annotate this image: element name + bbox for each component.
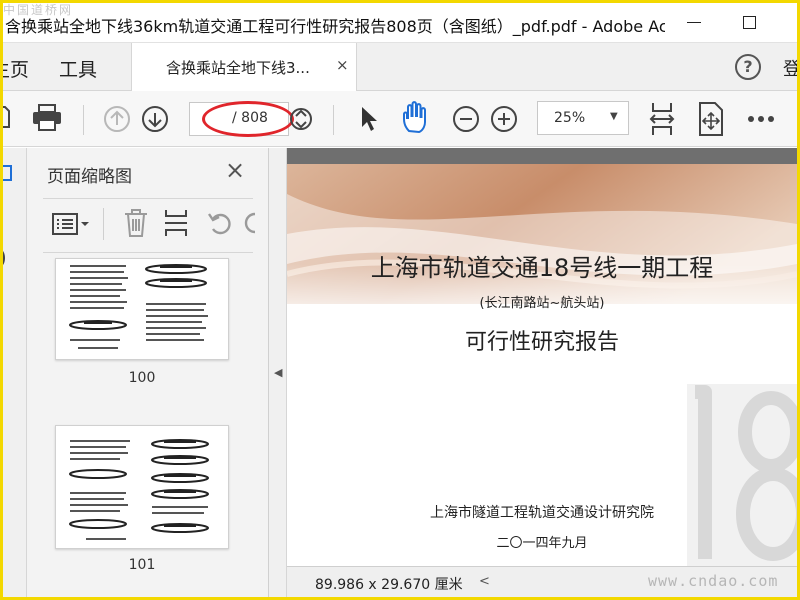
nav-tools[interactable]: 工具 <box>59 55 97 82</box>
print-icon[interactable] <box>31 103 63 133</box>
more-icon[interactable] <box>747 115 775 123</box>
save-icon[interactable] <box>3 105 11 131</box>
toolbar-separator <box>83 105 84 135</box>
page-thumbnail-101[interactable] <box>55 425 229 549</box>
document-tab-label: 含换乘站全地下线3... <box>166 59 310 77</box>
prev-page-icon[interactable] <box>103 105 131 133</box>
sign-in-button[interactable]: 登 <box>783 55 797 81</box>
select-arrow-icon[interactable] <box>359 105 379 133</box>
thumbnails-panel: 页面缩略图 × 100 101 <box>27 148 285 597</box>
collapse-arrow-icon: ◀ <box>274 366 283 379</box>
thumbnail-content <box>69 439 209 540</box>
panel-toolbar <box>43 206 267 242</box>
page-display-icon[interactable] <box>697 101 725 137</box>
rotate-right-icon[interactable] <box>243 210 257 236</box>
document-date: 二〇一四年九月 <box>496 536 588 551</box>
panel-separator <box>103 208 104 240</box>
thumbnail-content <box>69 264 208 349</box>
hand-tool-icon[interactable] <box>401 101 431 135</box>
thumbnail-page-number: 100 <box>128 370 156 386</box>
tab-close-icon[interactable]: × <box>336 56 349 74</box>
help-icon[interactable]: ? <box>735 54 761 80</box>
rotate-left-icon[interactable] <box>207 210 233 236</box>
zoom-dropdown[interactable]: 25% ▼ <box>537 101 629 135</box>
window-title: 含换乘站全地下线36km轨道交通工程可行性研究报告808页（含图纸）_pdf.p… <box>5 17 665 36</box>
tab-row: 主页 工具 含换乘站全地下线3... × ? 登 <box>3 43 797 91</box>
minimize-button[interactable] <box>681 11 707 35</box>
watermark-bottom: www.cndao.com <box>648 572 779 590</box>
panel-title: 页面缩略图 <box>47 167 132 187</box>
thumbnail-options-icon[interactable] <box>51 212 91 236</box>
insert-page-icon[interactable] <box>163 208 189 238</box>
maximize-button[interactable] <box>736 11 762 35</box>
panel-divider <box>43 252 253 253</box>
left-tool-strip <box>3 148 27 597</box>
delete-page-icon[interactable] <box>123 208 149 238</box>
page-fit-icon[interactable] <box>647 101 677 137</box>
panel-divider <box>43 198 253 199</box>
scroll-left-icon[interactable]: < <box>479 574 490 589</box>
document-organization: 上海市隧道工程轨道交通设计研究院 <box>430 505 654 521</box>
page-size-readout: 89.986 x 29.670 厘米 <box>315 577 463 593</box>
document-page: 上海市轨道交通18号线一期工程 (长江南路站~航头站) 可行性研究报告 上海市隧… <box>287 164 797 566</box>
zoom-in-icon[interactable] <box>490 105 518 133</box>
document-subtitle: (长江南路站~航头站) <box>479 296 605 311</box>
attachment-panel-icon[interactable] <box>3 248 9 268</box>
app-window: 中国道桥网 含换乘站全地下线36km轨道交通工程可行性研究报告808页（含图纸）… <box>3 3 797 597</box>
page-nav-icon[interactable] <box>289 105 313 133</box>
next-page-icon[interactable] <box>141 105 169 133</box>
highlight-annotation <box>202 101 294 137</box>
zoom-value: 25% <box>554 110 586 126</box>
zoom-out-icon[interactable] <box>452 105 480 133</box>
thumbnail-page-number: 101 <box>128 557 156 573</box>
document-report-name: 可行性研究报告 <box>464 330 619 355</box>
nav-home[interactable]: 主页 <box>3 55 29 82</box>
thumbnail-panel-icon[interactable] <box>3 164 15 182</box>
document-title: 上海市轨道交通18号线一期工程 <box>370 254 714 282</box>
panel-close-icon[interactable]: × <box>225 158 245 182</box>
chevron-down-icon: ▼ <box>610 111 618 122</box>
page-thumbnail-100[interactable] <box>55 258 229 360</box>
title-bar: 中国道桥网 含换乘站全地下线36km轨道交通工程可行性研究报告808页（含图纸）… <box>3 3 797 43</box>
toolbar: / 808 25% ▼ <box>3 91 797 147</box>
document-tab[interactable]: 含换乘站全地下线3... × <box>131 43 357 91</box>
bookmark-panel-icon[interactable] <box>3 210 9 232</box>
toolbar-separator <box>333 105 334 135</box>
document-view[interactable]: 上海市轨道交通18号线一期工程 (长江南路站~航头站) 可行性研究报告 上海市隧… <box>287 148 797 566</box>
panel-collapse-handle[interactable]: ◀ <box>269 148 287 597</box>
